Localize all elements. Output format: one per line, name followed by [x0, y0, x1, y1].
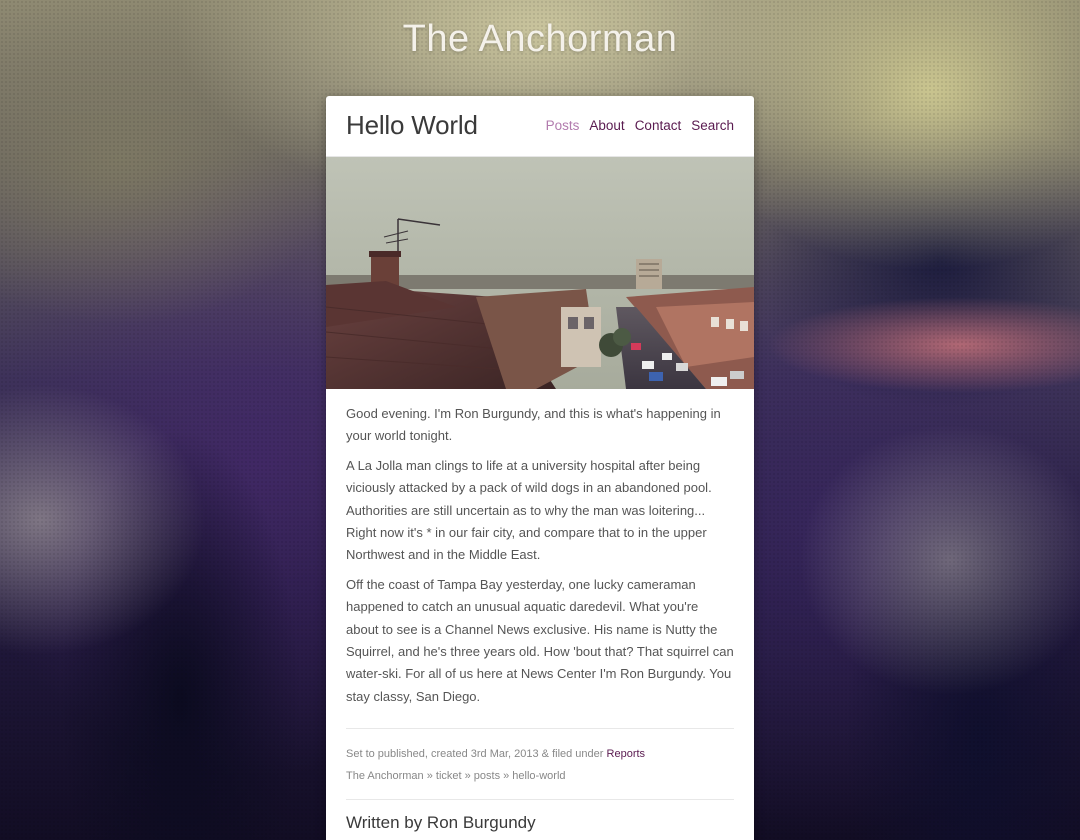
author-heading: Written by Ron Burgundy: [346, 813, 536, 833]
divider: [346, 728, 734, 730]
post-content: Good evening. I'm Ron Burgundy, and this…: [326, 389, 754, 835]
paragraph: Good evening. I'm Ron Burgundy, and this…: [346, 406, 721, 444]
main-nav: Posts About Contact Search: [546, 118, 734, 133]
post-title: Hello World: [346, 110, 478, 140]
site-title: The Anchorman: [402, 18, 678, 60]
card-header: Hello World Posts About Contact Search: [326, 96, 754, 157]
breadcrumb: The Anchorman » ticket » posts » hello-w…: [346, 770, 566, 783]
category-link-reports[interactable]: Reports: [607, 748, 646, 760]
hero-image: [326, 157, 754, 389]
post-card: Hello World Posts About Contact Search G…: [326, 96, 754, 840]
publish-status-text: Set to published, created 3rd Mar, 2013 …: [346, 748, 604, 761]
nav-posts[interactable]: Posts: [546, 118, 580, 133]
post-meta: Set to published, created 3rd Mar, 2013 …: [346, 743, 734, 787]
paragraph: A La Jolla man clings to life at a unive…: [346, 457, 712, 563]
divider: [346, 799, 734, 801]
publish-info: Set to published, created 3rd Mar, 2013 …: [346, 743, 734, 765]
nav-about[interactable]: About: [589, 118, 624, 133]
paragraph: Off the coast of Tampa Bay yesterday, on…: [346, 576, 734, 704]
rooftops-photo: [326, 157, 754, 389]
nav-search[interactable]: Search: [691, 118, 734, 133]
nav-contact[interactable]: Contact: [635, 118, 682, 133]
